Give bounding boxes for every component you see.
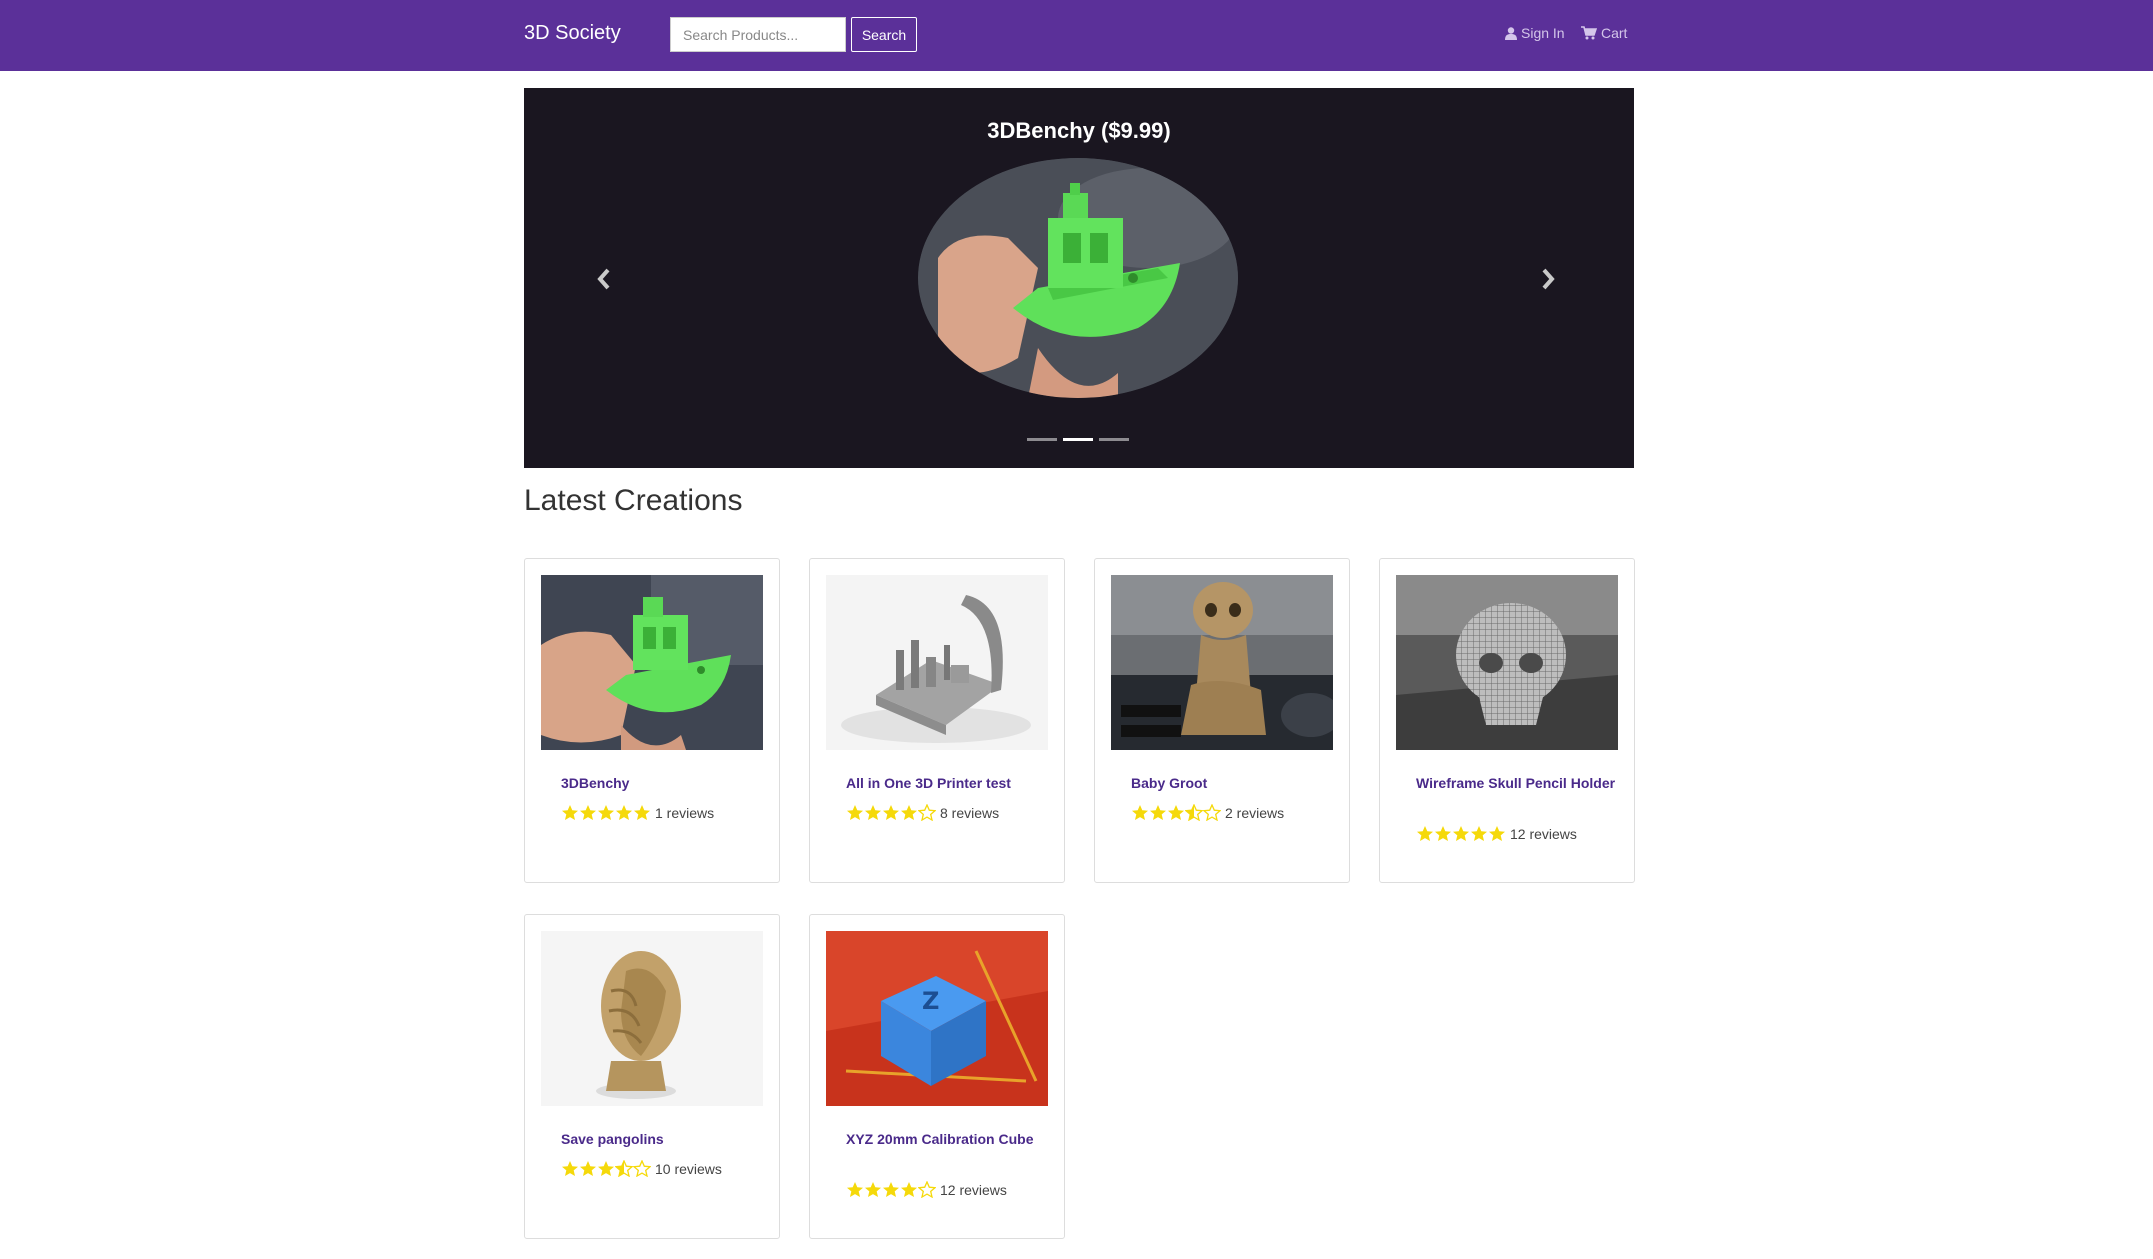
chevron-right-icon — [1542, 268, 1555, 290]
product-card: Z XYZ 20mm Calibration Cube 12 reviews — [809, 914, 1065, 1239]
product-rating: 2 reviews — [1131, 804, 1284, 821]
sign-in-link[interactable]: Sign In — [1505, 25, 1565, 41]
star-full-icon — [580, 805, 596, 820]
star-rating — [846, 804, 936, 821]
svg-text:Z: Z — [922, 987, 939, 1015]
star-full-icon — [883, 1182, 899, 1197]
product-card: Save pangolins 10 reviews — [524, 914, 780, 1239]
star-rating — [1416, 825, 1506, 842]
star-full-icon — [1471, 826, 1487, 841]
groot-image — [1111, 575, 1333, 750]
product-rating: 1 reviews — [561, 804, 714, 821]
cart-link[interactable]: Cart — [1581, 25, 1627, 41]
star-full-icon — [901, 805, 917, 820]
star-rating — [1131, 804, 1221, 821]
review-count: 1 reviews — [655, 804, 715, 821]
star-full-icon — [901, 1182, 917, 1197]
product-rating: 12 reviews — [846, 1181, 1007, 1198]
carousel-next-button[interactable] — [1540, 268, 1556, 295]
star-empty-icon — [633, 1160, 651, 1177]
printer-test-image — [826, 575, 1048, 750]
cart-label: Cart — [1601, 25, 1628, 41]
star-rating — [561, 1160, 651, 1177]
carousel-indicator-active[interactable] — [1063, 438, 1093, 441]
section-title: Latest Creations — [524, 484, 743, 517]
product-image[interactable] — [1396, 575, 1618, 750]
product-name[interactable]: 3DBenchy — [561, 773, 761, 794]
product-image[interactable] — [541, 931, 763, 1106]
product-carousel: 3DBenchy ($9.99) — [524, 88, 1634, 468]
star-full-icon — [634, 805, 650, 820]
star-full-icon — [1132, 805, 1148, 820]
carousel-indicator[interactable] — [1099, 438, 1129, 441]
star-full-icon — [865, 1182, 881, 1197]
product-card: 3DBenchy 1 reviews — [524, 558, 780, 883]
chevron-left-icon — [597, 268, 610, 290]
product-card: Baby Groot 2 reviews — [1094, 558, 1350, 883]
product-card: Wireframe Skull Pencil Holder 12 reviews — [1379, 558, 1635, 883]
star-full-icon — [1453, 826, 1469, 841]
sign-in-label: Sign In — [1521, 25, 1565, 41]
star-full-icon — [1150, 805, 1166, 820]
product-image[interactable] — [1111, 575, 1333, 750]
carousel-indicator[interactable] — [1027, 438, 1057, 441]
green-boat-image — [918, 158, 1238, 398]
review-count: 12 reviews — [940, 1181, 1007, 1198]
cart-icon — [1581, 26, 1597, 40]
star-full-icon — [580, 1161, 596, 1176]
search-input[interactable] — [670, 17, 846, 52]
star-full-icon — [1168, 805, 1184, 820]
star-full-icon — [562, 1161, 578, 1176]
star-full-icon — [847, 805, 863, 820]
star-empty-icon — [1203, 804, 1221, 821]
product-rating: 12 reviews — [1416, 825, 1577, 842]
product-rating: 8 reviews — [846, 804, 999, 821]
star-full-icon — [847, 1182, 863, 1197]
star-half-icon — [1185, 804, 1203, 821]
brand-logo[interactable]: 3D Society — [524, 22, 621, 45]
review-count: 12 reviews — [1510, 825, 1577, 842]
star-full-icon — [562, 805, 578, 820]
star-rating — [561, 804, 651, 821]
star-full-icon — [1435, 826, 1451, 841]
navbar: 3D Society Search Sign In Cart — [0, 0, 2153, 71]
user-icon — [1505, 26, 1517, 40]
star-empty-icon — [918, 804, 936, 821]
review-count: 2 reviews — [1225, 804, 1285, 821]
product-card: All in One 3D Printer test 8 reviews — [809, 558, 1065, 883]
star-empty-icon — [918, 1181, 936, 1198]
star-rating — [846, 1181, 936, 1198]
product-rating: 10 reviews — [561, 1160, 722, 1177]
carousel-image[interactable] — [918, 158, 1238, 398]
carousel-prev-button[interactable] — [596, 268, 612, 295]
star-full-icon — [1489, 826, 1505, 841]
product-image[interactable]: Z — [826, 931, 1048, 1106]
carousel-indicators — [1027, 438, 1129, 441]
green-boat-image — [541, 575, 763, 750]
calibration-cube-image: Z — [826, 931, 1048, 1106]
skull-image — [1396, 575, 1618, 750]
star-full-icon — [616, 805, 632, 820]
product-name[interactable]: Baby Groot — [1131, 773, 1331, 794]
star-full-icon — [598, 1161, 614, 1176]
product-name[interactable]: All in One 3D Printer test — [846, 773, 1046, 794]
product-name[interactable]: XYZ 20mm Calibration Cube — [846, 1129, 1046, 1150]
review-count: 10 reviews — [655, 1160, 722, 1177]
star-full-icon — [865, 805, 881, 820]
product-name[interactable]: Wireframe Skull Pencil Holder — [1416, 773, 1616, 794]
star-half-icon — [615, 1160, 633, 1177]
review-count: 8 reviews — [940, 804, 1000, 821]
star-full-icon — [1417, 826, 1433, 841]
carousel-title[interactable]: 3DBenchy ($9.99) — [524, 118, 1634, 144]
product-image[interactable] — [541, 575, 763, 750]
product-name[interactable]: Save pangolins — [561, 1129, 761, 1150]
star-full-icon — [883, 805, 899, 820]
star-full-icon — [598, 805, 614, 820]
search-button[interactable]: Search — [851, 17, 917, 52]
pangolin-image — [541, 931, 763, 1106]
product-image[interactable] — [826, 575, 1048, 750]
